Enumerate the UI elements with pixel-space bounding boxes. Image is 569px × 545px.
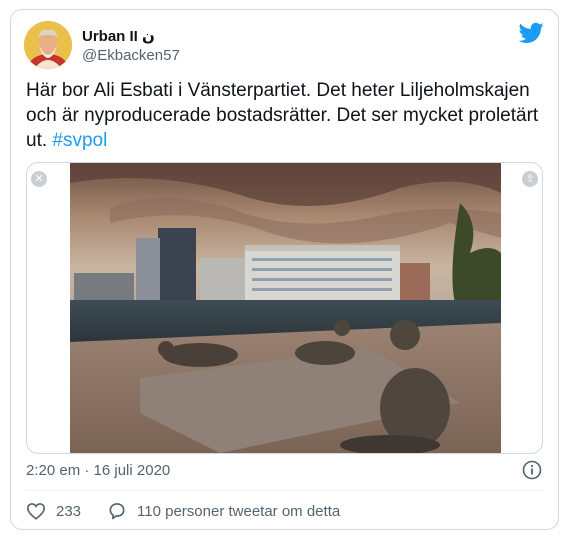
retweet-summary-text: 110 personer tweetar om detta — [137, 502, 341, 520]
twitter-bird-icon[interactable] — [519, 22, 544, 44]
media-photo — [70, 163, 501, 453]
tweet-actions: 233 110 personer tweetar om detta — [26, 501, 366, 521]
tweet-card[interactable]: Urban II ن @Ekbacken57 Här bor Ali Esbat… — [10, 9, 559, 530]
avatar[interactable] — [24, 21, 72, 69]
info-icon[interactable] — [522, 460, 542, 480]
author-name[interactable]: Urban II ن — [82, 27, 155, 45]
tweet-text: Här bor Ali Esbati i Vänsterpartiet. Det… — [26, 78, 546, 153]
share-icon[interactable]: ⇪ — [522, 171, 538, 187]
like-button[interactable]: 233 — [26, 502, 81, 520]
author-handle[interactable]: @Ekbacken57 — [82, 47, 180, 64]
like-count: 233 — [56, 502, 82, 520]
avatar-pope-image — [24, 21, 72, 69]
heart-icon — [26, 503, 46, 520]
tweet-timestamp[interactable]: 2:20 em · 16 juli 2020 — [26, 462, 170, 479]
speech-bubble-icon — [109, 503, 125, 520]
close-icon[interactable]: ✕ — [31, 171, 47, 187]
tweet-media[interactable]: ✕ ⇪ — [26, 162, 543, 454]
retweet-summary-link[interactable]: 110 personer tweetar om detta — [107, 501, 340, 521]
hashtag-link[interactable]: #svpol — [52, 130, 107, 151]
divider — [26, 490, 543, 491]
